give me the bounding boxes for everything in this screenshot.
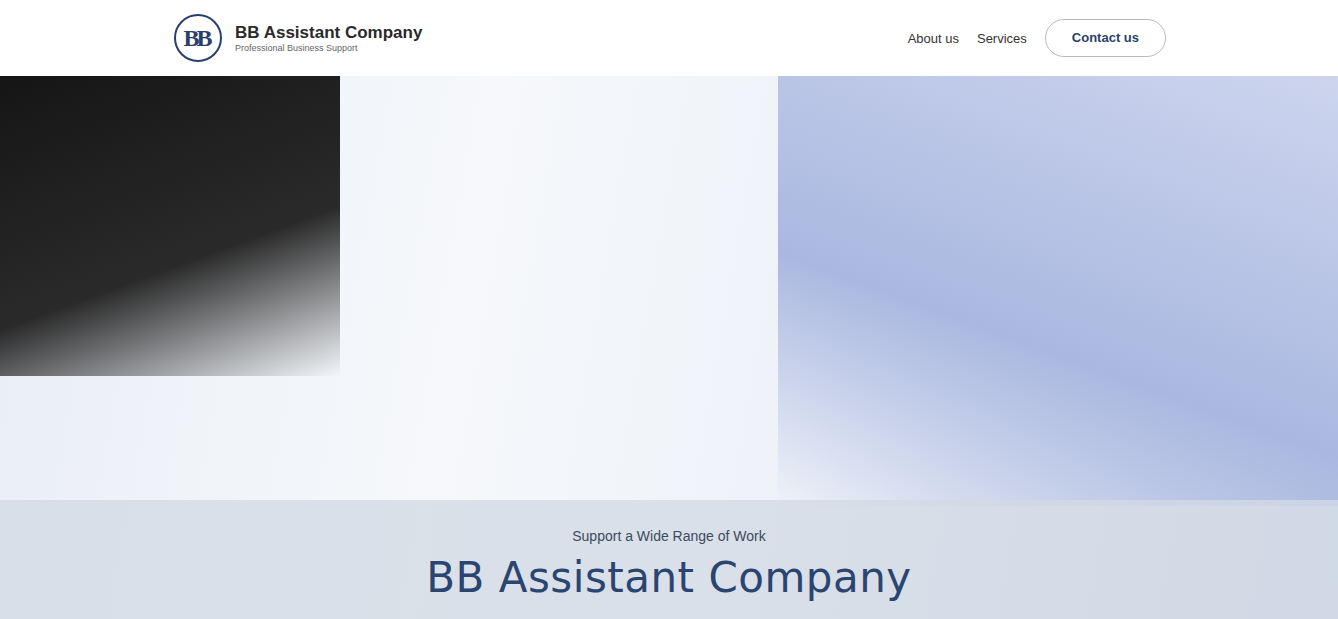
- brand-subtitle: Professional Business Support: [235, 43, 422, 54]
- hero: Support a Wide Range of Work BB Assistan…: [0, 76, 1338, 619]
- main-nav: About us Services Contact us: [908, 19, 1166, 57]
- page: BB BB Assistant Company Professional Bus…: [0, 0, 1338, 619]
- hero-kicker: Support a Wide Range of Work: [572, 527, 766, 545]
- nav-link[interactable]: About us: [908, 31, 959, 46]
- logo-icon[interactable]: BB: [174, 14, 222, 62]
- hero-band: Support a Wide Range of Work BB Assistan…: [0, 500, 1338, 619]
- hero-title: BB Assistant Company: [426, 553, 911, 603]
- brand[interactable]: BB BB Assistant Company Professional Bus…: [174, 14, 422, 62]
- nav-link[interactable]: Services: [977, 31, 1027, 46]
- site-header: BB BB Assistant Company Professional Bus…: [0, 0, 1338, 76]
- contact-button[interactable]: Contact us: [1045, 19, 1166, 57]
- brand-title: BB Assistant Company: [235, 23, 422, 43]
